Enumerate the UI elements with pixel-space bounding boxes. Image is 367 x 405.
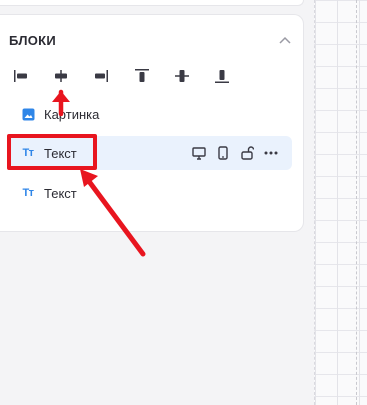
design-canvas[interactable]: [314, 0, 367, 405]
align-left-icon: [14, 70, 27, 82]
desktop-icon: [192, 146, 206, 160]
layer-actions: [192, 136, 278, 170]
align-left-button[interactable]: [10, 66, 32, 86]
more-icon: [264, 151, 278, 155]
align-bottom-button[interactable]: [211, 66, 233, 86]
chevron-up-icon: [279, 36, 291, 44]
blocks-panel: БЛОКИ Картинка Тт Текст Тт Текст: [0, 14, 304, 232]
annotation-highlight-box: [7, 134, 97, 170]
desktop-visibility-button[interactable]: [192, 146, 206, 160]
align-center-vertical-icon: [175, 70, 189, 82]
layer-label: Картинка: [44, 106, 100, 122]
editor-stage: БЛОКИ Картинка Тт Текст Тт Текст: [0, 0, 367, 405]
align-bottom-icon: [215, 70, 229, 83]
mobile-visibility-button[interactable]: [216, 146, 230, 160]
mobile-icon: [218, 146, 228, 160]
canvas-boundary: [356, 0, 357, 405]
align-right-icon: [95, 70, 108, 82]
text-icon: Тт: [22, 187, 34, 199]
panel-above: [0, 0, 304, 6]
layer-item-text[interactable]: Тт Текст: [8, 176, 292, 210]
align-top-button[interactable]: [131, 66, 153, 86]
unlock-icon: [240, 146, 254, 160]
panel-title: БЛОКИ: [9, 33, 57, 48]
align-center-horizontal-button[interactable]: [50, 66, 72, 86]
layer-label: Текст: [44, 185, 77, 201]
layer-item-image[interactable]: Картинка: [8, 97, 292, 131]
align-center-vertical-button[interactable]: [171, 66, 193, 86]
lock-toggle-button[interactable]: [240, 146, 254, 160]
align-center-horizontal-icon: [55, 70, 67, 82]
collapse-button[interactable]: [276, 32, 294, 48]
more-options-button[interactable]: [264, 146, 278, 160]
align-right-button[interactable]: [90, 66, 112, 86]
image-icon: [21, 107, 35, 121]
align-top-icon: [135, 69, 149, 82]
